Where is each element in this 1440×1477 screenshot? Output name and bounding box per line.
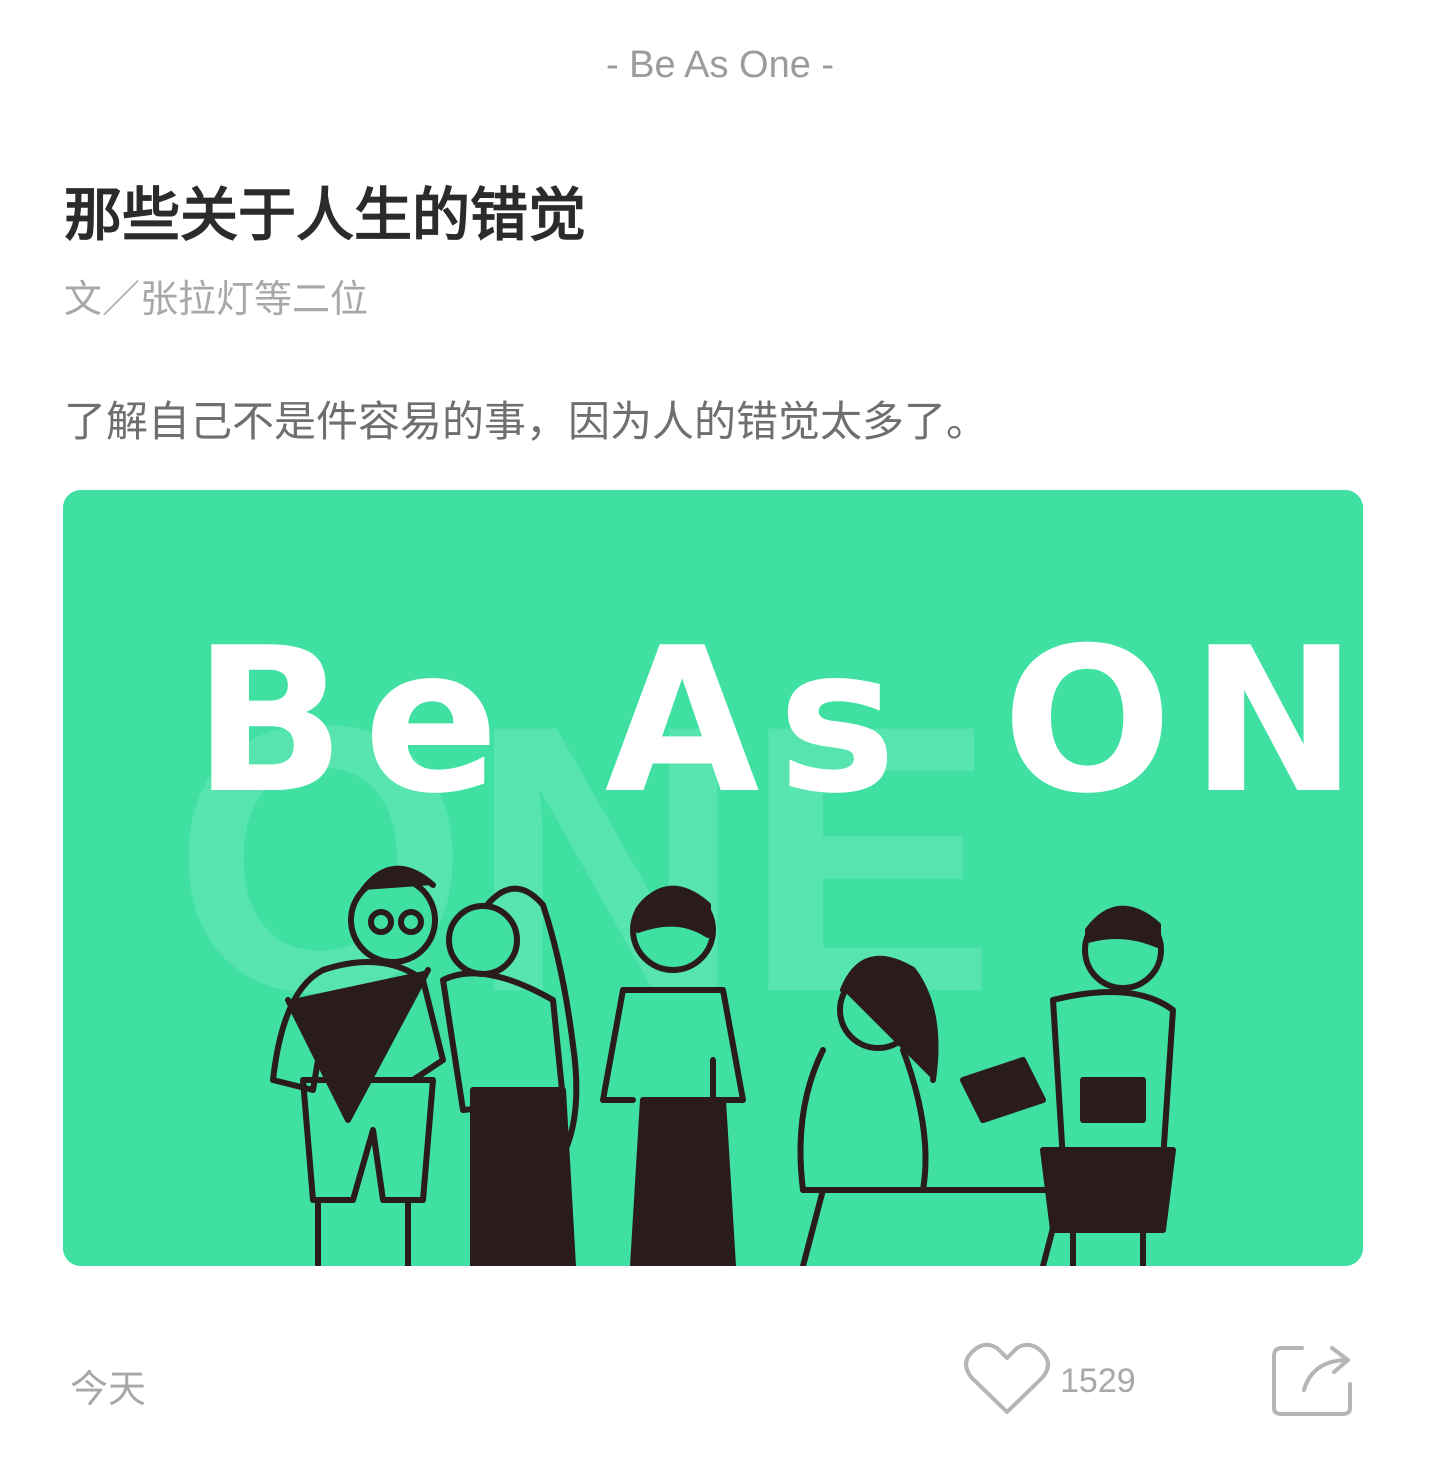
share-icon[interactable] (1268, 1346, 1356, 1422)
category-label: - Be As One - (605, 44, 835, 86)
share-button[interactable] (1268, 1342, 1356, 1422)
article-author: 文／张拉灯等二位 (64, 277, 369, 321)
cover-illustration: ONE Be As ONE (63, 490, 1363, 1266)
article-title[interactable]: 那些关于人生的错觉 (64, 168, 586, 252)
like-button[interactable]: 1529 (964, 1340, 1136, 1422)
like-count: 1529 (1060, 1361, 1136, 1400)
cover-headline: Be As ONE (193, 605, 1363, 838)
article-card[interactable]: - Be As One - 那些关于人生的错觉 文／张拉灯等二位 了解自己不是件… (0, 0, 1440, 1477)
publish-date: 今天 (70, 1367, 147, 1411)
article-summary: 了解自己不是件容易的事，因为人的错觉太多了。 (64, 397, 989, 446)
heart-icon[interactable] (964, 1340, 1050, 1422)
cover-image[interactable]: ONE Be As ONE (63, 490, 1363, 1266)
